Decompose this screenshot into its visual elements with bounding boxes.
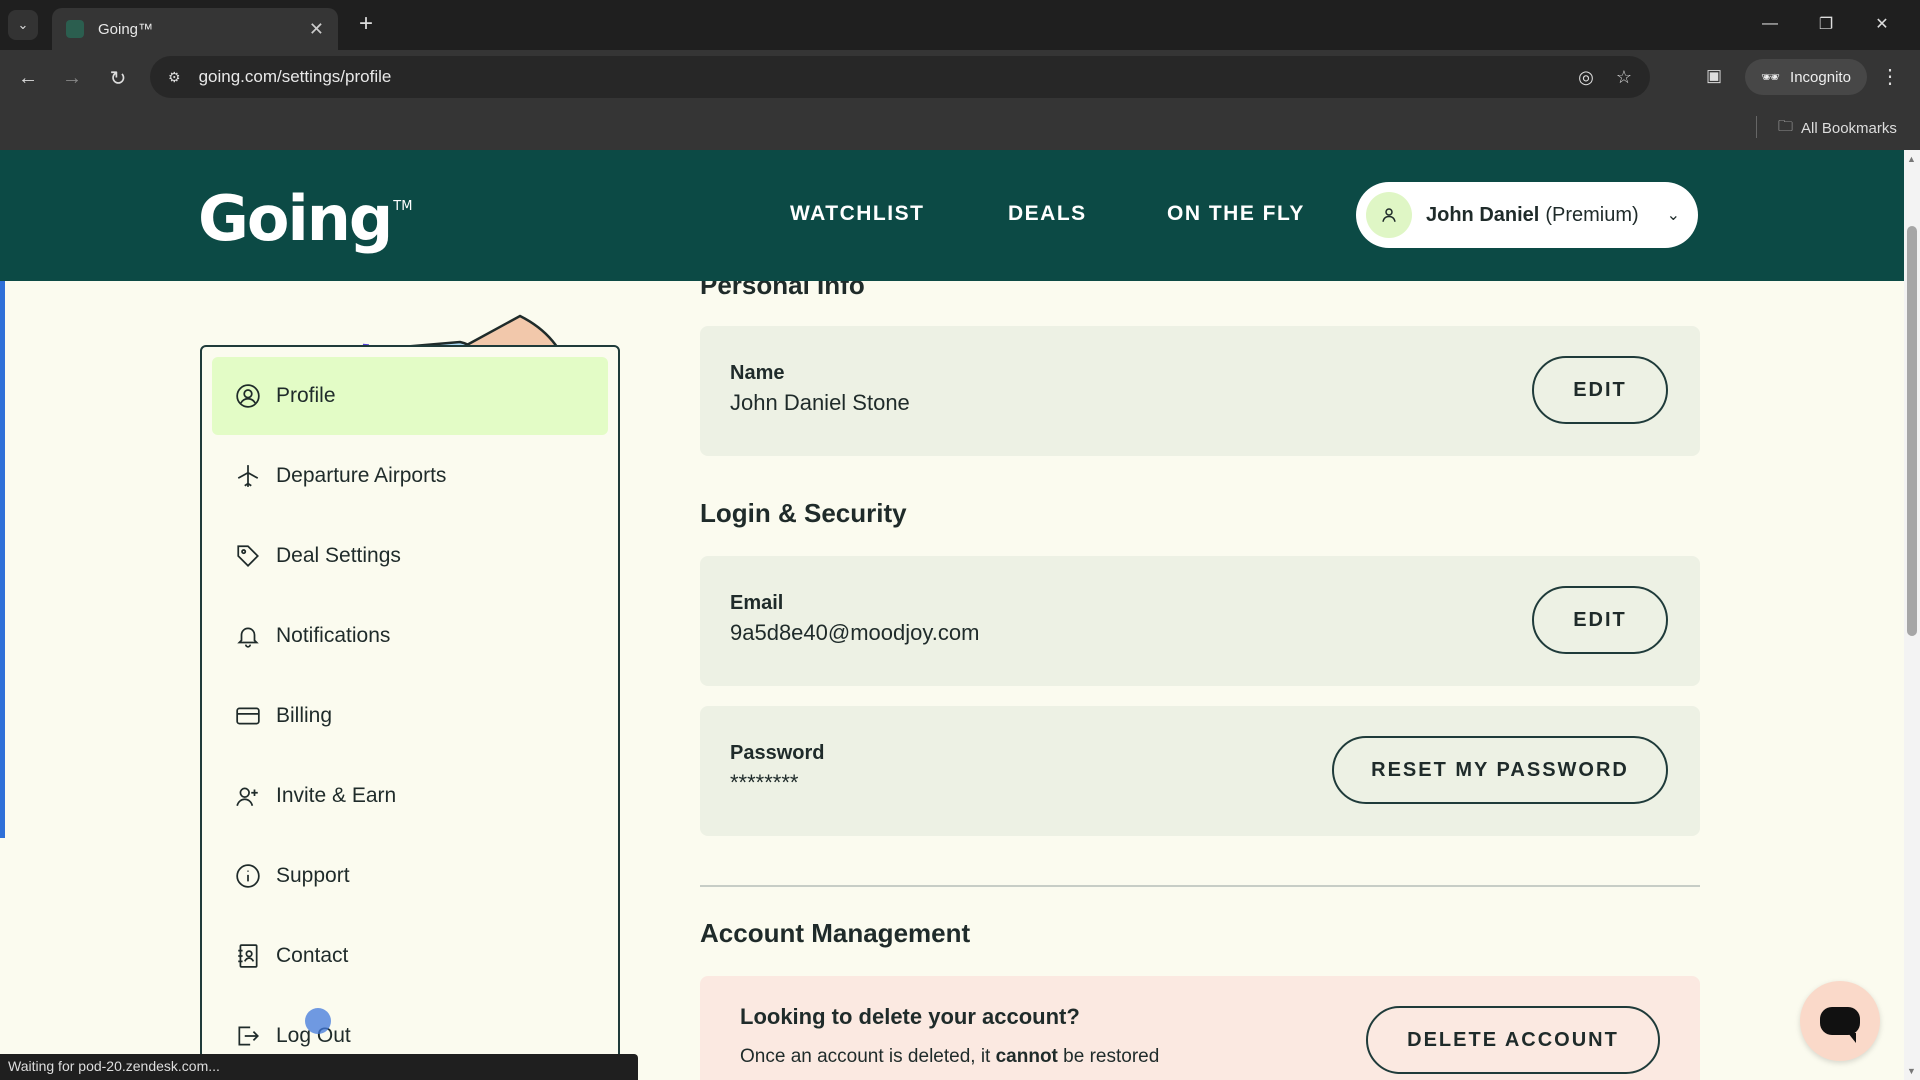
sidebar-item-billing[interactable]: Billing	[212, 677, 608, 755]
sidebar-item-label: Departure Airports	[276, 464, 447, 487]
sidebar-item-label: Invite & Earn	[276, 784, 397, 807]
bookmarks-divider	[1756, 116, 1757, 138]
reload-icon[interactable]: ↻	[104, 64, 132, 92]
back-arrow-icon[interactable]: ←	[14, 64, 42, 92]
section-divider	[700, 885, 1700, 887]
account-name: John Daniel	[1426, 203, 1540, 226]
email-label: Email	[730, 592, 784, 614]
avatar-user-icon	[1366, 192, 1412, 238]
site-header: Going TM WATCHLIST DEALS ON THE FLY John …	[0, 150, 1904, 281]
name-value: John Daniel Stone	[730, 390, 910, 415]
edit-email-button[interactable]: EDIT	[1532, 586, 1668, 654]
sidebar-item-departure-airports[interactable]: Departure Airports	[212, 437, 608, 515]
sidebar-item-deal-settings[interactable]: Deal Settings	[212, 517, 608, 595]
email-card: Email 9a5d8e40@moodjoy.com EDIT	[700, 556, 1700, 686]
delete-account-heading: Looking to delete your account?	[740, 1004, 1080, 1029]
incognito-label: Incognito	[1790, 68, 1851, 86]
chat-bubble-icon	[1820, 1007, 1860, 1043]
sidebar-item-label: Support	[276, 864, 350, 887]
browser-tab[interactable]: Going™ ✕	[52, 8, 338, 50]
bookmark-star-icon[interactable]: ☆	[1616, 67, 1632, 88]
incognito-icon: 🕶	[1761, 69, 1781, 86]
sidebar-item-notifications[interactable]: Notifications	[212, 597, 608, 675]
sidebar-item-label: Contact	[276, 944, 349, 967]
restore-icon[interactable]: ❐	[1798, 6, 1854, 42]
tab-title: Going™	[98, 20, 154, 38]
sidebar-item-invite-earn[interactable]: Invite & Earn	[212, 757, 608, 835]
all-bookmarks-button[interactable]: 🗀 All Bookmarks	[1778, 116, 1897, 141]
minimize-icon[interactable]: —	[1742, 6, 1798, 42]
password-label: Password	[730, 742, 825, 764]
tab-search-chevron-icon[interactable]: ⌄	[8, 10, 38, 40]
page-scrollbar[interactable]: ▲ ▼	[1904, 150, 1920, 1080]
left-accent-bar	[0, 242, 5, 838]
user-circle-icon	[234, 382, 262, 410]
eye-off-icon[interactable]: ◎	[1578, 67, 1594, 88]
reset-password-button[interactable]: RESET MY PASSWORD	[1332, 736, 1668, 804]
scroll-down-arrow-icon[interactable]: ▼	[1907, 1066, 1916, 1076]
address-bar[interactable]: ⚙ going.com/settings/profile ◎ ☆	[150, 56, 1650, 98]
add-user-icon	[234, 782, 262, 810]
folder-icon: 🗀	[1778, 118, 1794, 135]
browser-menu-icon[interactable]: ⋮	[1880, 64, 1900, 89]
tag-icon	[234, 542, 262, 570]
browser-tabbar: ⌄ Going™ ✕ + — ❐ ✕	[0, 0, 1920, 50]
window-controls: — ❐ ✕	[1742, 6, 1910, 42]
contact-book-icon	[234, 942, 262, 970]
browser-status-bar: Waiting for pod-20.zendesk.com...	[0, 1054, 638, 1080]
sidebar-item-label: Profile	[276, 384, 336, 407]
email-value: 9a5d8e40@moodjoy.com	[730, 620, 980, 645]
sidebar-item-label: Notifications	[276, 624, 391, 647]
site-settings-icon[interactable]: ⚙	[168, 69, 181, 86]
tab-close-icon[interactable]: ✕	[309, 20, 324, 38]
sidebar-item-contact[interactable]: Contact	[212, 917, 608, 995]
new-tab-plus-icon[interactable]: +	[352, 10, 380, 38]
delete-account-description: Once an account is deleted, it cannot be…	[740, 1046, 1160, 1067]
login-security-title: Login & Security	[700, 498, 907, 528]
settings-sidebar: Profile Departure Airports Deal Settings…	[200, 345, 620, 1080]
window-close-icon[interactable]: ✕	[1854, 6, 1910, 42]
password-card: Password ******** RESET MY PASSWORD	[700, 706, 1700, 836]
airplane-icon	[234, 462, 262, 490]
scrollbar-thumb[interactable]	[1907, 226, 1917, 636]
logout-icon	[234, 1022, 262, 1050]
name-label: Name	[730, 362, 785, 384]
url-text[interactable]: going.com/settings/profile	[199, 67, 1579, 87]
all-bookmarks-label: All Bookmarks	[1801, 120, 1897, 137]
scroll-up-arrow-icon[interactable]: ▲	[1907, 154, 1916, 164]
edit-name-button[interactable]: EDIT	[1532, 356, 1668, 424]
bell-icon	[234, 622, 262, 650]
chat-support-button[interactable]	[1800, 981, 1880, 1061]
nav-deals[interactable]: DEALS	[1008, 202, 1087, 226]
site-favicon-icon	[66, 20, 84, 38]
chevron-down-icon: ⌄	[1666, 207, 1680, 224]
credit-card-icon	[234, 702, 262, 730]
sidebar-item-label: Deal Settings	[276, 544, 401, 567]
bookmarks-bar: 🗀 All Bookmarks	[0, 106, 1920, 150]
side-panel-icon[interactable]: ▣	[1702, 64, 1726, 88]
info-icon	[234, 862, 262, 890]
incognito-badge[interactable]: 🕶 Incognito	[1745, 59, 1867, 95]
account-plan: (Premium)	[1545, 203, 1639, 226]
account-management-title: Account Management	[700, 918, 971, 948]
browser-toolbar: ← → ↻ ⚙ going.com/settings/profile ◎ ☆ ▣…	[0, 50, 1920, 106]
nav-watchlist[interactable]: WATCHLIST	[790, 202, 924, 226]
forward-arrow-icon[interactable]: →	[58, 64, 86, 92]
sidebar-item-label: Billing	[276, 704, 333, 727]
going-logo[interactable]: Going TM	[198, 182, 412, 255]
mouse-cursor-highlight	[305, 1008, 331, 1034]
delete-account-button[interactable]: DELETE ACCOUNT	[1366, 1006, 1660, 1074]
name-card: Name John Daniel Stone EDIT	[700, 326, 1700, 456]
page: Profile Departure Airports Deal Settings…	[0, 150, 1904, 1080]
nav-on-the-fly[interactable]: ON THE FLY	[1167, 202, 1305, 226]
sidebar-item-support[interactable]: Support	[212, 837, 608, 915]
delete-account-card: Looking to delete your account? Once an …	[700, 976, 1700, 1080]
account-menu-button[interactable]: John Daniel (Premium) ⌄	[1356, 182, 1698, 248]
password-value: ********	[730, 770, 799, 795]
sidebar-item-profile[interactable]: Profile	[212, 357, 608, 435]
